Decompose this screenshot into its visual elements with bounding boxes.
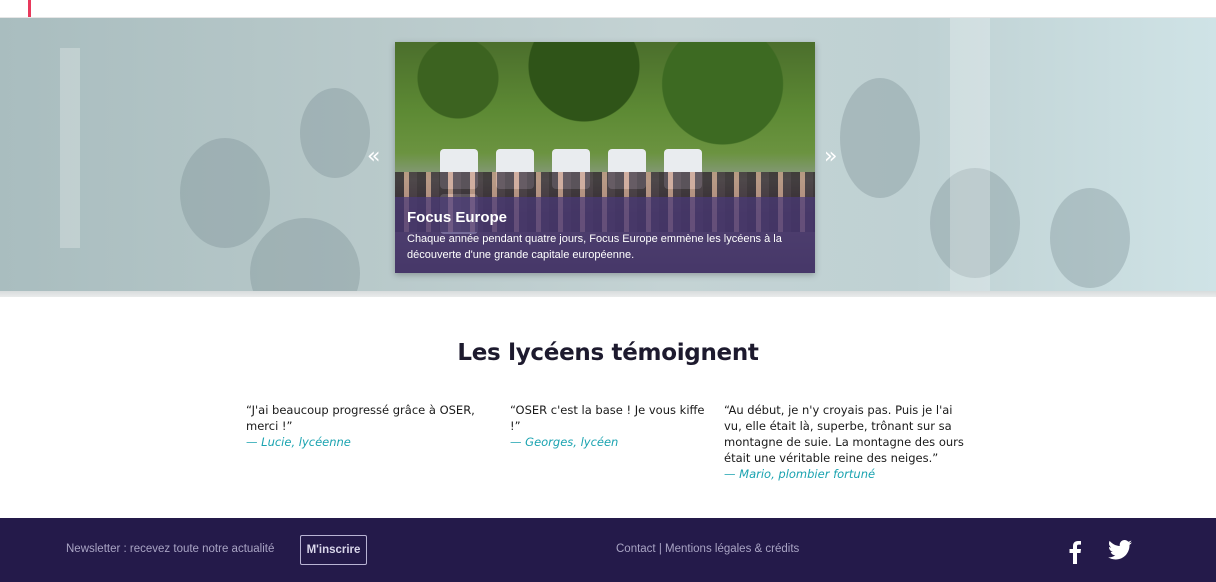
subscribe-button[interactable]: M'inscrire [300,535,367,565]
twitter-icon[interactable] [1108,540,1132,565]
hero-background-blob [250,218,360,297]
footer-links: Contact | Mentions légales & crédits [616,543,799,555]
legal-link[interactable]: Mentions légales & crédits [665,543,799,555]
hero-background-blob [1050,188,1130,288]
carousel-next-arrow-icon[interactable]: » [824,146,837,168]
newsletter-label: Newsletter : recevez toute notre actuali… [66,543,275,555]
hero-background-blob [300,88,370,178]
testimonial-quote: “OSER c'est la base ! Je vous kiffe !” [510,403,705,433]
carousel-prev-arrow-icon[interactable]: « [367,146,380,168]
testimonial: “OSER c'est la base ! Je vous kiffe !” —… [510,402,710,450]
hero-background-blob [180,138,270,248]
hero-background-blob [840,78,920,198]
testimonial-author: — Georges, lycéen [510,435,619,449]
top-bar [0,0,1216,18]
hero-background-pillar [60,48,80,248]
testimonial-quote: “Au début, je n'y croyais pas. Puis je l… [724,403,964,465]
hero-bottom-shadow [0,291,1216,297]
footer-link-separator: | [655,543,666,555]
testimonial-author: — Lucie, lycéenne [246,435,351,449]
hero-banner: Focus Europe Chaque année pendant quatre… [0,18,1216,297]
testimonial: “Au début, je n'y croyais pas. Puis je l… [724,402,964,482]
slide-photo-trees [395,42,815,162]
testimonials-title: Les lycéens témoignent [457,340,759,366]
testimonial: “J'ai beaucoup progressé grâce à OSER, m… [246,402,476,450]
slide-title: Focus Europe [407,209,508,226]
top-accent-bar [28,0,31,17]
testimonial-quote: “J'ai beaucoup progressé grâce à OSER, m… [246,403,475,433]
contact-link[interactable]: Contact [616,543,656,555]
carousel-slide[interactable]: Focus Europe Chaque année pendant quatre… [395,42,815,273]
slide-caption: Focus Europe Chaque année pendant quatre… [395,197,815,273]
testimonial-author: — Mario, plombier fortuné [724,467,876,481]
footer: Newsletter : recevez toute notre actuali… [0,518,1216,582]
hero-background-pillar [950,18,990,297]
slide-description: Chaque année pendant quatre jours, Focus… [407,233,782,261]
facebook-icon[interactable] [1068,540,1082,569]
